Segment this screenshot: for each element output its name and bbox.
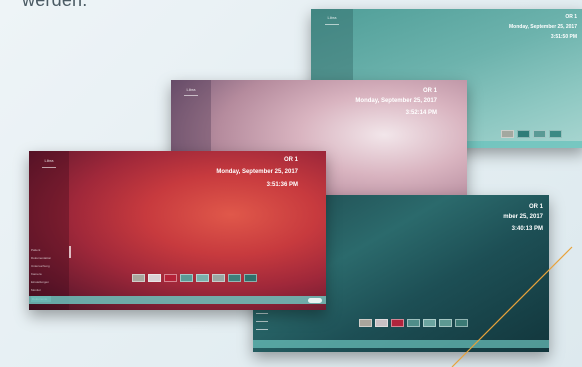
sidebar-menu: Patient Dokumentation Untersuchung Kamer… [31,248,52,302]
thumbnail[interactable] [359,319,372,327]
divider [42,167,56,168]
menu-item-dokumentation[interactable]: Dokumentation [31,256,51,260]
thumbnail[interactable] [423,319,436,327]
date-label: mber 25, 2017 [503,214,543,220]
divider [184,95,198,96]
room-label: OR 1 [565,14,577,20]
logo: Libra [44,158,54,163]
thumbnail[interactable] [391,319,404,327]
time-label: 3:40:13 PM [511,226,543,232]
thumbnail[interactable] [501,130,514,138]
thumbnail[interactable] [533,130,546,138]
time-label: 3:51:36 PM [266,182,298,188]
thumbnail[interactable] [180,274,193,282]
thumbnail[interactable] [212,274,225,282]
thumbnail[interactable] [455,319,468,327]
thumbnail[interactable] [407,319,420,327]
date-label: Monday, September 25, 2017 [216,169,298,175]
logo: Libra [186,87,196,92]
bottom-bar [253,340,549,348]
room-label: OR 1 [528,204,543,210]
scroll-indicator[interactable] [69,246,71,258]
thumbnail[interactable] [164,274,177,282]
menu-item-kamera[interactable]: Kamera [31,272,51,276]
thumbnail[interactable] [148,274,161,282]
menu-item[interactable]: ▬▬▬▬ [256,311,268,315]
thumbnail[interactable] [375,319,388,327]
bottom-bar [29,296,326,304]
background-thumbnails [501,130,562,138]
date-label: Monday, September 25, 2017 [355,98,437,104]
thumbnail[interactable] [549,130,562,138]
time-label: 3:51:50 PM [550,34,577,40]
thumbnail[interactable] [244,274,257,282]
menu-item-einstellungen[interactable]: Einstellungen [31,280,51,284]
thumbnail[interactable] [228,274,241,282]
menu-item-patient[interactable]: Patient [31,248,51,252]
menu-item-untersuchung[interactable]: Untersuchung [31,264,51,268]
thumbnail[interactable] [517,130,530,138]
room-label: OR 1 [283,157,298,163]
menu-item-monitor[interactable]: Monitor [31,288,51,292]
divider [325,24,339,25]
background-thumbnails [132,274,257,282]
room-label: OR 1 [422,88,437,94]
thumbnail[interactable] [132,274,145,282]
time-label: 3:52:14 PM [405,110,437,116]
thumbnail[interactable] [439,319,452,327]
menu-item[interactable]: ▬▬▬▬ [256,319,268,323]
toggle-switch[interactable] [308,298,322,303]
background-thumbnails [359,319,468,327]
menu-item[interactable]: ▬▬▬▬ [256,327,268,331]
date-label: Monday, September 25, 2017 [509,24,577,30]
sidebar-menu: ▬▬▬▬ ▬▬▬▬ ▬▬▬▬ [256,311,268,331]
thumbnail[interactable] [196,274,209,282]
screenshot-red: Libra OR 1 Monday, September 25, 2017 3:… [29,151,326,310]
logo: Libra [327,15,337,20]
caption-text: werden. [22,0,88,10]
